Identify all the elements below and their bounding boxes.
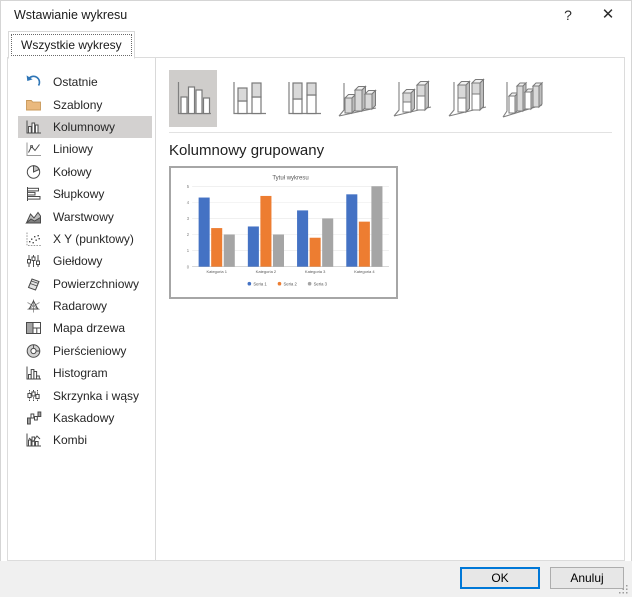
svg-text:2: 2 xyxy=(187,232,190,237)
waterfall-chart-icon xyxy=(25,410,42,426)
sidebar-item-treemap[interactable]: Mapa drzewa xyxy=(18,317,152,339)
svg-text:0: 0 xyxy=(187,264,190,269)
svg-text:4: 4 xyxy=(187,200,190,205)
sidebar-item-bar[interactable]: Słupkowy xyxy=(18,183,152,205)
sidebar-item-label: Warstwowy xyxy=(53,210,114,224)
subtype-row xyxy=(169,70,612,127)
sidebar-item-histogram[interactable]: Histogram xyxy=(18,362,152,384)
insert-chart-dialog: Wstawianie wykresu ? ✕ Wszystkie wykresy… xyxy=(0,0,632,597)
sidebar-item-label: Kaskadowy xyxy=(53,411,114,425)
sidebar-item-label: Histogram xyxy=(53,366,108,380)
svg-text:Kategoria 4: Kategoria 4 xyxy=(354,269,375,274)
cancel-button[interactable]: Anuluj xyxy=(550,567,624,589)
line-chart-icon xyxy=(25,141,42,157)
radar-chart-icon xyxy=(25,298,42,314)
box-whisker-chart-icon xyxy=(25,388,42,404)
subtype-heading: Kolumnowy grupowany xyxy=(169,142,612,159)
subtype-3d-clustered-column[interactable] xyxy=(334,70,382,127)
sidebar-item-column[interactable]: Kolumnowy xyxy=(18,116,152,138)
area-chart-icon xyxy=(25,209,42,225)
3d-100-stacked-column-icon xyxy=(446,77,490,121)
combo-chart-icon xyxy=(25,432,42,448)
sidebar-item-label: Pierścieniowy xyxy=(53,344,126,358)
clustered-column-icon xyxy=(171,77,215,121)
sidebar-item-surface[interactable]: Powierzchniowy xyxy=(18,273,152,295)
stock-chart-icon xyxy=(25,253,42,269)
sidebar-item-radar[interactable]: Radarowy xyxy=(18,295,152,317)
resize-grip-icon[interactable] xyxy=(618,584,629,595)
sidebar-item-box-whisker[interactable]: Skrzynka i wąsy xyxy=(18,384,152,406)
svg-text:Seria 3: Seria 3 xyxy=(314,281,328,286)
dialog-title: Wstawianie wykresu xyxy=(14,8,127,22)
svg-text:5: 5 xyxy=(187,184,190,189)
histogram-chart-icon xyxy=(25,365,42,381)
stacked-column-icon xyxy=(226,77,270,121)
svg-text:Kategoria 1: Kategoria 1 xyxy=(206,269,227,274)
doughnut-chart-icon xyxy=(25,343,42,359)
sidebar-item-label: Kołowy xyxy=(53,165,92,179)
close-icon[interactable]: ✕ xyxy=(588,0,628,30)
column-chart-icon xyxy=(25,119,42,135)
sidebar-item-label: Szablony xyxy=(53,98,102,112)
sidebar-item-label: Skrzynka i wąsy xyxy=(53,389,139,403)
bar-chart-icon xyxy=(25,186,42,202)
templates-folder-icon xyxy=(25,97,42,113)
ok-button[interactable]: OK xyxy=(460,567,540,589)
sidebar-item-label: X Y (punktowy) xyxy=(53,232,134,246)
svg-text:Tytuł wykresu: Tytuł wykresu xyxy=(272,175,308,181)
sidebar-item-label: Giełdowy xyxy=(53,254,102,268)
sidebar-item-label: Słupkowy xyxy=(53,187,104,201)
svg-text:Seria 1: Seria 1 xyxy=(253,281,267,286)
sidebar-item-label: Radarowy xyxy=(53,299,107,313)
sidebar-item-label: Liniowy xyxy=(53,142,93,156)
title-bar: Wstawianie wykresu ? ✕ xyxy=(0,0,632,30)
surface-chart-icon xyxy=(25,276,42,292)
svg-text:3: 3 xyxy=(187,216,190,221)
subtype-separator xyxy=(169,132,612,133)
sidebar-item-combo[interactable]: Kombi xyxy=(18,429,152,451)
svg-text:Kategoria 3: Kategoria 3 xyxy=(305,269,326,274)
subtype-stacked-column[interactable] xyxy=(224,70,272,127)
sidebar-item-templates[interactable]: Szablony xyxy=(18,93,152,115)
sidebar-item-waterfall[interactable]: Kaskadowy xyxy=(18,407,152,429)
sidebar-item-label: Kombi xyxy=(53,433,87,447)
tab-all-charts[interactable]: Wszystkie wykresy xyxy=(8,31,135,59)
recent-icon xyxy=(25,74,42,90)
subtype-3d-column[interactable] xyxy=(499,70,547,127)
sidebar-item-label: Powierzchniowy xyxy=(53,277,139,291)
subtype-clustered-column[interactable] xyxy=(169,70,217,127)
sidebar-item-label: Kolumnowy xyxy=(53,120,115,134)
svg-text:Kategoria 2: Kategoria 2 xyxy=(256,269,277,274)
chart-type-sidebar: Ostatnie Szablony Kolumnowy Liniowy Koło… xyxy=(8,58,156,560)
pie-chart-icon xyxy=(25,164,42,180)
sidebar-item-recent[interactable]: Ostatnie xyxy=(18,71,152,93)
sidebar-item-doughnut[interactable]: Pierścieniowy xyxy=(18,340,152,362)
tab-page: Ostatnie Szablony Kolumnowy Liniowy Koło… xyxy=(7,57,625,561)
scatter-chart-icon xyxy=(25,231,42,247)
sidebar-item-pie[interactable]: Kołowy xyxy=(18,161,152,183)
3d-stacked-column-icon xyxy=(391,77,435,121)
subtype-3d-100-stacked-column[interactable] xyxy=(444,70,492,127)
chart-subtype-panel: Kolumnowy grupowany Tytuł wykresu 0 1 2 3 4 5 K… xyxy=(156,58,624,560)
3d-clustered-column-icon xyxy=(336,77,380,121)
sidebar-item-scatter[interactable]: X Y (punktowy) xyxy=(18,228,152,250)
sidebar-item-line[interactable]: Liniowy xyxy=(18,138,152,160)
sidebar-item-label: Ostatnie xyxy=(53,75,98,89)
100-stacked-column-icon xyxy=(281,77,325,121)
sidebar-item-stock[interactable]: Giełdowy xyxy=(18,250,152,272)
3d-column-icon xyxy=(501,77,545,121)
svg-text:1: 1 xyxy=(187,248,190,253)
help-icon[interactable]: ? xyxy=(548,0,588,30)
svg-text:Seria 2: Seria 2 xyxy=(284,281,298,286)
subtype-100-stacked-column[interactable] xyxy=(279,70,327,127)
treemap-chart-icon xyxy=(25,320,42,336)
sidebar-item-label: Mapa drzewa xyxy=(53,321,125,335)
chart-preview: Tytuł wykresu 0 1 2 3 4 5 Kategoria 1 Kategoria … xyxy=(172,169,395,296)
chart-preview-card[interactable]: Tytuł wykresu 0 1 2 3 4 5 Kategoria 1 Kategoria … xyxy=(169,166,398,299)
subtype-3d-stacked-column[interactable] xyxy=(389,70,437,127)
sidebar-item-area[interactable]: Warstwowy xyxy=(18,205,152,227)
